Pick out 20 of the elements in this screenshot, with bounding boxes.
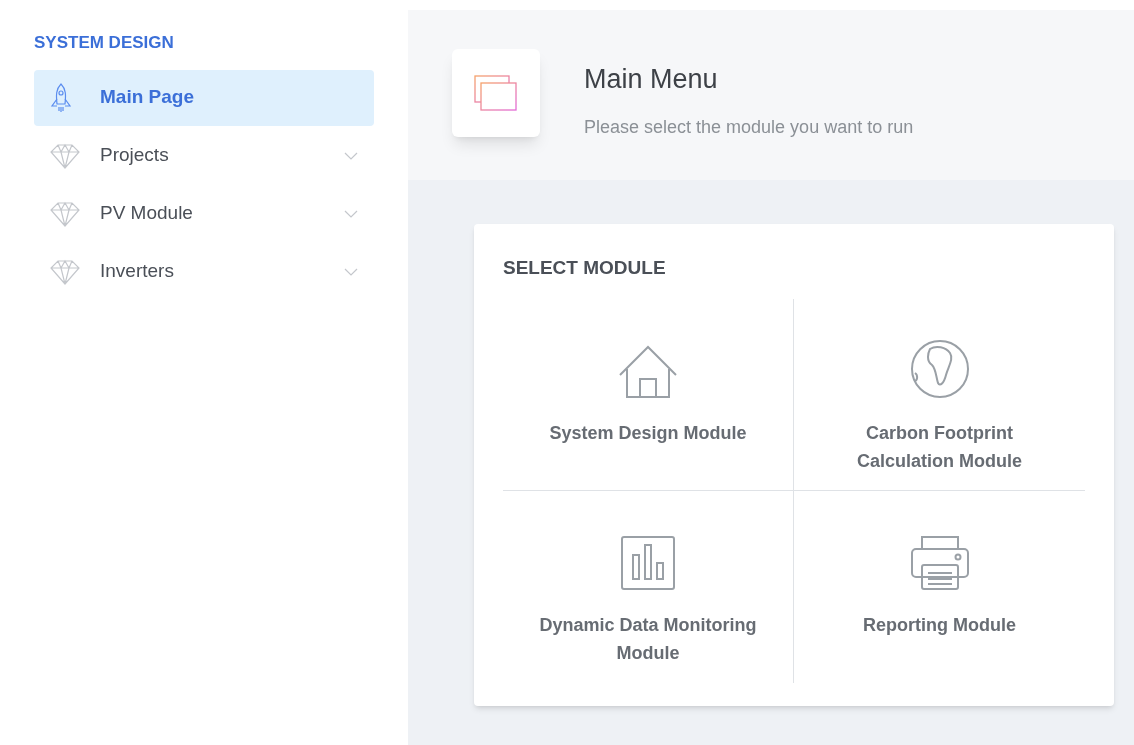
card-title: SELECT MODULE [503, 256, 667, 280]
windows-icon [474, 75, 518, 111]
page-title: Main Menu [584, 63, 719, 96]
module-tile[interactable]: System Design Module [503, 298, 794, 491]
sidebar-item[interactable]: Main Page [34, 69, 374, 126]
globe-icon [909, 338, 970, 399]
diamond-icon [50, 258, 80, 285]
diamond-icon [50, 142, 80, 169]
bar-chart-icon [620, 534, 676, 591]
page-subtitle: Please select the module you want to run [584, 115, 914, 139]
rocket-icon [50, 81, 72, 114]
sidebar-item[interactable]: Inverters [34, 243, 374, 300]
sidebar-item[interactable]: PV Module [34, 185, 374, 242]
module-tile[interactable]: Dynamic Data Monitoring Module [503, 490, 794, 683]
module-tile[interactable]: Carbon Footprint Calculation Module [794, 298, 1085, 491]
house-icon [618, 344, 678, 399]
sidebar-heading: SYSTEM DESIGN [34, 32, 175, 54]
sidebar-item[interactable]: Projects [34, 127, 374, 184]
diamond-icon [50, 200, 80, 227]
module-tile[interactable]: Reporting Module [794, 490, 1085, 683]
